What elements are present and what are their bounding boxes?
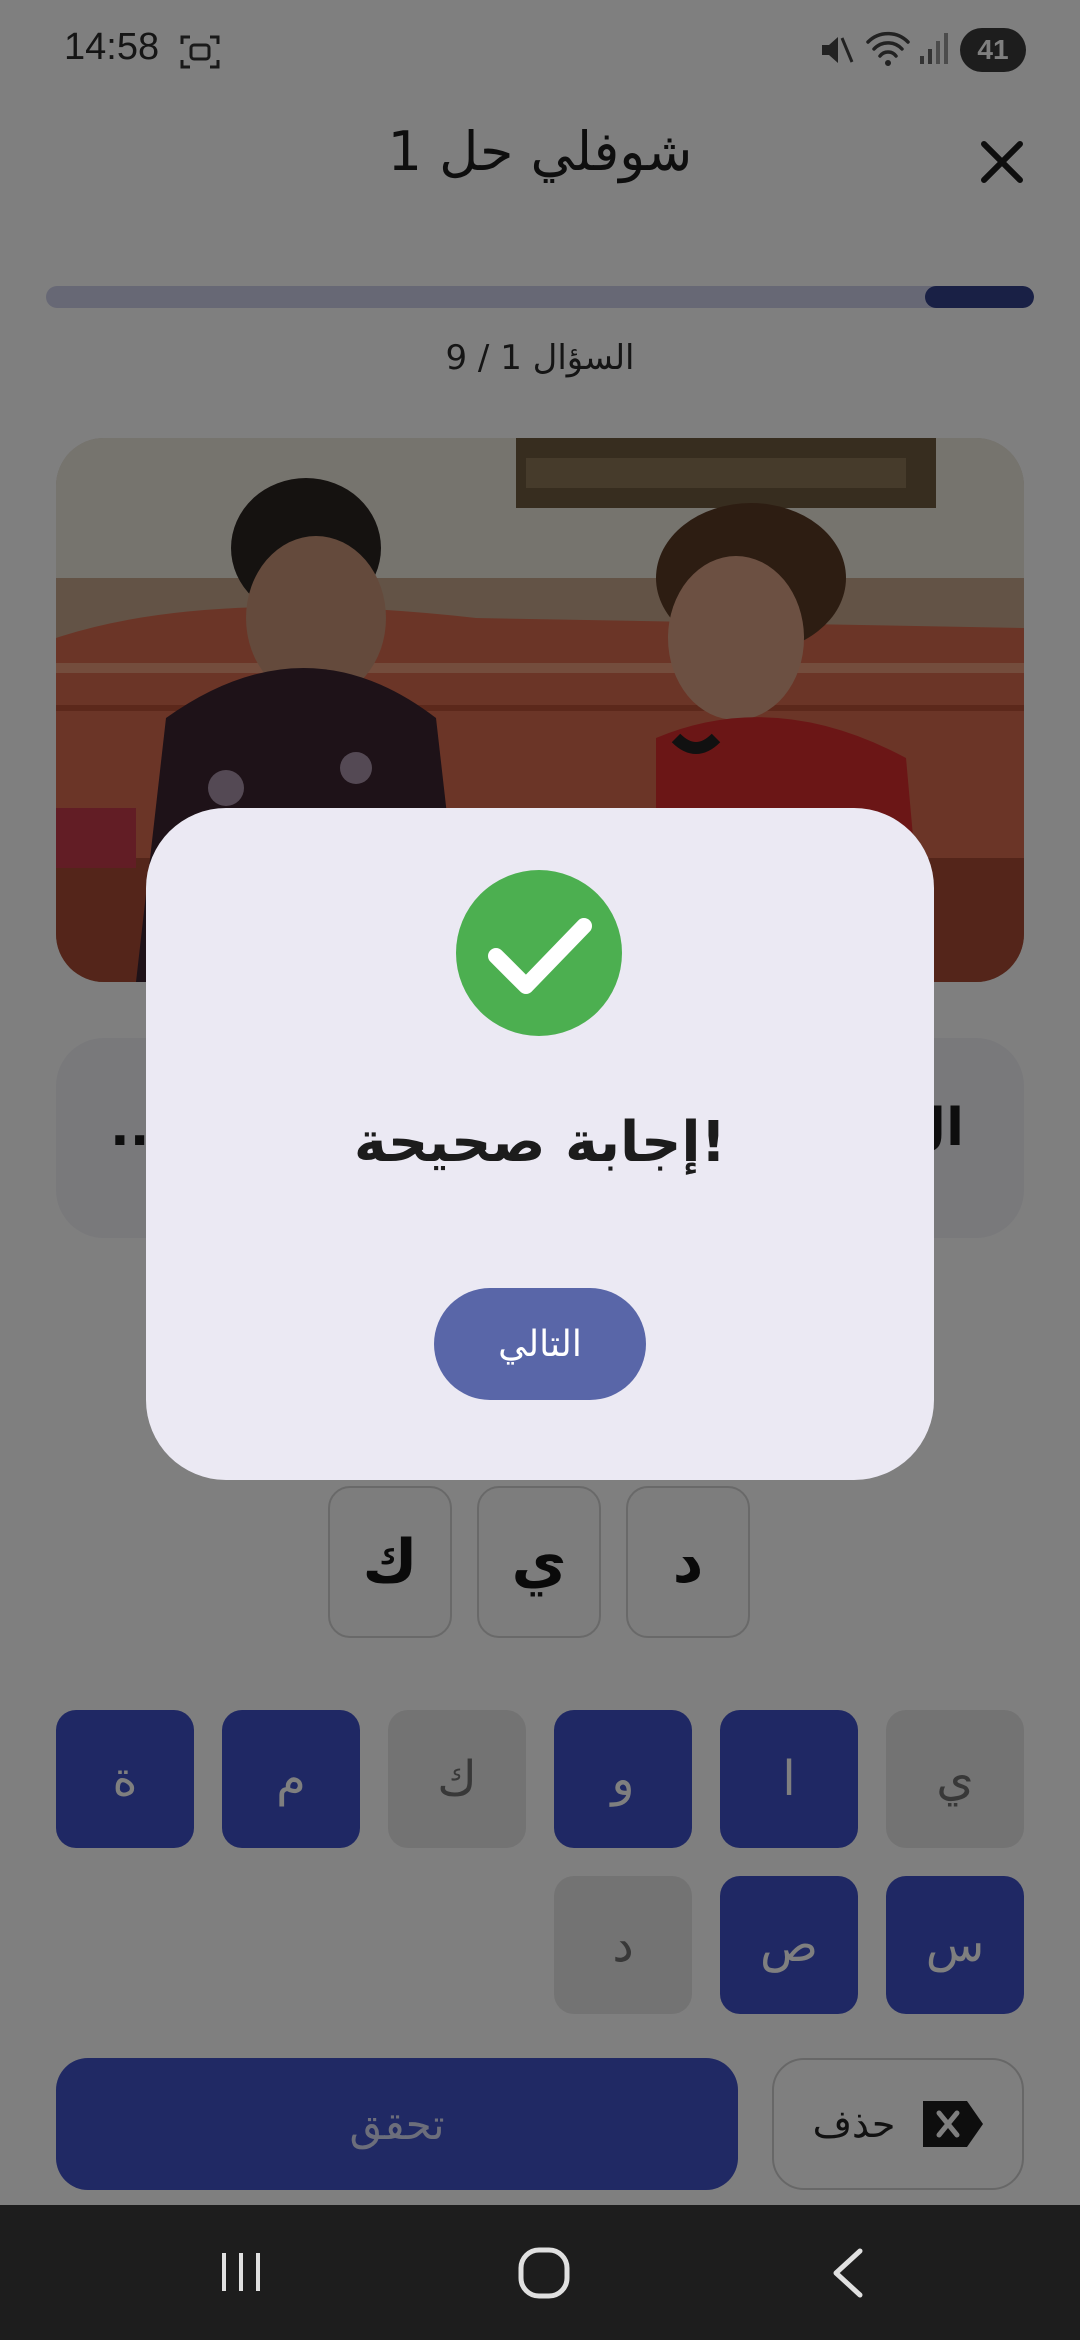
check-circle-icon [456,870,622,1036]
back-icon[interactable] [828,2245,868,2305]
next-button[interactable]: التالي [434,1288,646,1400]
dialog-title: إجابة صحيحة! [353,1110,727,1175]
result-dialog: إجابة صحيحة! التالي [146,808,934,1480]
home-icon[interactable] [516,2245,572,2305]
system-nav-bar [0,2205,1080,2340]
recents-icon[interactable] [216,2247,266,2301]
